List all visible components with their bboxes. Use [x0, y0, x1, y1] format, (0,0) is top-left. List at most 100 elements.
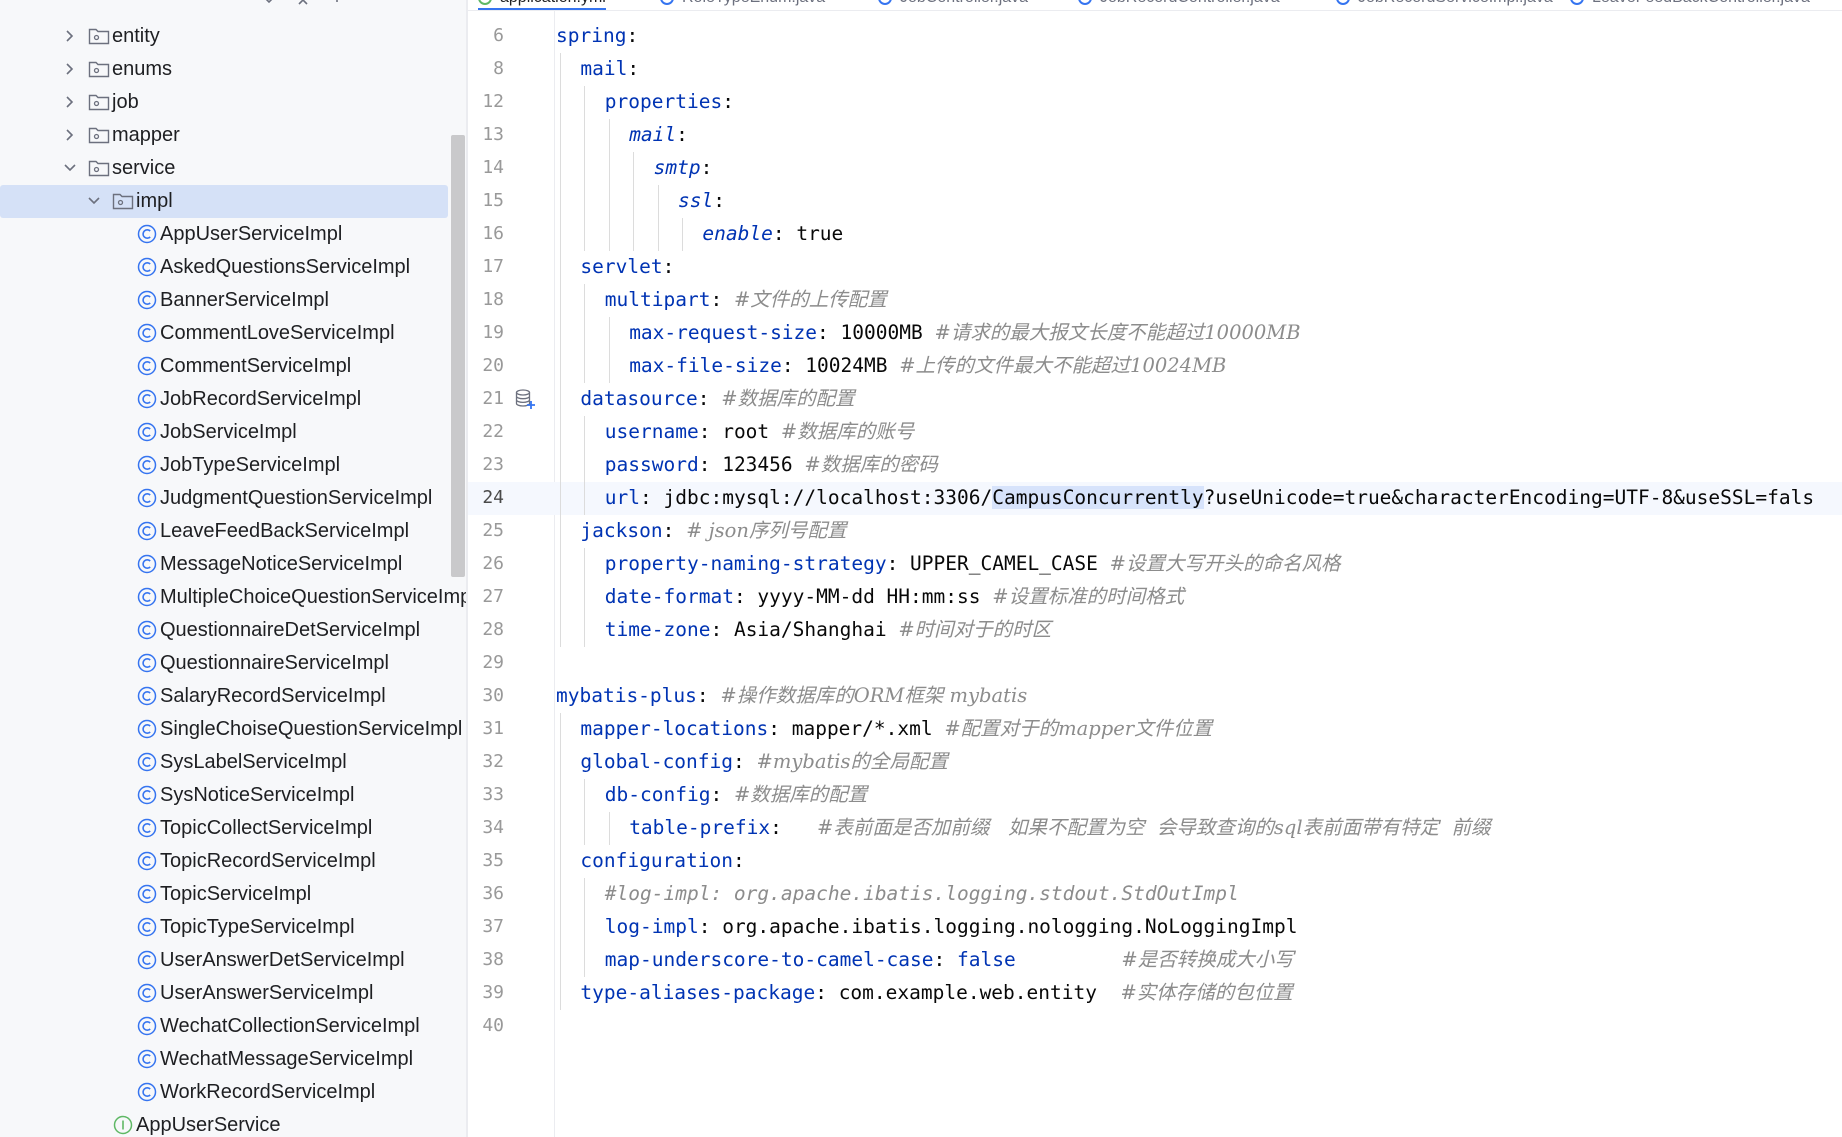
tree-item-service[interactable]: service	[0, 152, 466, 185]
tree-item-syslabelserviceimpl[interactable]: SysLabelServiceImpl	[0, 746, 466, 779]
line-number[interactable]: 23	[468, 453, 504, 477]
code-line[interactable]: 35 configuration:	[468, 845, 1842, 878]
tab-application-yml[interactable]: application.yml	[478, 0, 606, 10]
line-number[interactable]: 38	[468, 948, 504, 972]
code-line[interactable]: 27 date-format: yyyy-MM-dd HH:mm:ss #设置标准…	[468, 581, 1842, 614]
chevron-right-icon[interactable]	[62, 127, 78, 143]
tab-jobcontroller-java[interactable]: JobController.java	[878, 0, 1028, 9]
tree-item-salaryrecordserviceimpl[interactable]: SalaryRecordServiceImpl	[0, 680, 466, 713]
tree-item-multiplechoicequestionserviceimpl[interactable]: MultipleChoiceQuestionServiceImpl	[0, 581, 466, 614]
tree-item-topiccollectserviceimpl[interactable]: TopicCollectServiceImpl	[0, 812, 466, 845]
line-number[interactable]: 16	[468, 222, 504, 246]
line-number[interactable]: 8	[468, 57, 504, 81]
line-number[interactable]: 37	[468, 915, 504, 939]
code-line[interactable]: 12 properties:	[468, 86, 1842, 119]
line-number[interactable]: 36	[468, 882, 504, 906]
chevron-right-icon[interactable]	[62, 94, 78, 110]
tree-item-entity[interactable]: entity	[0, 20, 466, 53]
line-number[interactable]: 25	[468, 519, 504, 543]
code-line[interactable]: 13 mail:	[468, 119, 1842, 152]
code-line[interactable]: 21 datasource: #数据库的配置	[468, 383, 1842, 416]
tree-item-useranswerdetserviceimpl[interactable]: UserAnswerDetServiceImpl	[0, 944, 466, 977]
close-icon[interactable]	[296, 0, 310, 8]
tree-item-judgmentquestionserviceimpl[interactable]: JudgmentQuestionServiceImpl	[0, 482, 466, 515]
line-number[interactable]: 30	[468, 684, 504, 708]
line-number[interactable]: 33	[468, 783, 504, 807]
tree-item-appuserserviceimpl[interactable]: AppUserServiceImpl	[0, 218, 466, 251]
chevron-down-icon[interactable]	[62, 160, 78, 176]
code-line[interactable]: 23 password: 123456 #数据库的密码	[468, 449, 1842, 482]
database-plus-icon[interactable]	[514, 388, 536, 410]
code-line[interactable]: 25 jackson: # json序列号配置	[468, 515, 1842, 548]
code-line[interactable]: 6 spring:	[468, 20, 1842, 53]
tree-item-topicserviceimpl[interactable]: TopicServiceImpl	[0, 878, 466, 911]
chevron-right-icon[interactable]	[62, 28, 78, 44]
tab-leavefeedbackcontroller-java[interactable]: LeaveFeedBackController.java	[1570, 0, 1810, 9]
line-number[interactable]: 12	[468, 90, 504, 114]
code-line[interactable]: 22 username: root #数据库的账号	[468, 416, 1842, 449]
chevron-down-icon[interactable]	[86, 193, 102, 209]
line-number[interactable]: 40	[468, 1014, 504, 1038]
code-line[interactable]: 37 log-impl: org.apache.ibatis.logging.no…	[468, 911, 1842, 944]
tree-item-jobrecordserviceimpl[interactable]: JobRecordServiceImpl	[0, 383, 466, 416]
line-number[interactable]: 22	[468, 420, 504, 444]
code-line[interactable]: 24 url: jdbc:mysql://localhost:3306/Campu…	[468, 482, 1842, 515]
line-number[interactable]: 21	[468, 387, 504, 411]
code-line[interactable]: 8 mail:	[468, 53, 1842, 86]
line-number[interactable]: 34	[468, 816, 504, 840]
code-line[interactable]: 40	[468, 1010, 1842, 1043]
tree-item-workrecordserviceimpl[interactable]: WorkRecordServiceImpl	[0, 1076, 466, 1109]
code-line[interactable]: 30 mybatis-plus: #操作数据库的ORM框架 mybatis	[468, 680, 1842, 713]
tree-item-bannerserviceimpl[interactable]: BannerServiceImpl	[0, 284, 466, 317]
code-line[interactable]: 20 max-file-size: 10024MB #上传的文件最大不能超过100…	[468, 350, 1842, 383]
tree-item-askedquestionsserviceimpl[interactable]: AskedQuestionsServiceImpl	[0, 251, 466, 284]
line-number[interactable]: 26	[468, 552, 504, 576]
tree-item-wechatcollectionserviceimpl[interactable]: WechatCollectionServiceImpl	[0, 1010, 466, 1043]
tree-item-questionnaireserviceimpl[interactable]: QuestionnaireServiceImpl	[0, 647, 466, 680]
code-line[interactable]: 16 enable: true	[468, 218, 1842, 251]
code-line[interactable]: 19 max-request-size: 10000MB #请求的最大报文长度不能…	[468, 317, 1842, 350]
line-number[interactable]: 6	[468, 24, 504, 48]
chevron-right-icon[interactable]	[62, 61, 78, 77]
code-line[interactable]: 33 db-config: #数据库的配置	[468, 779, 1842, 812]
tree-item-impl[interactable]: impl	[0, 185, 448, 218]
more-icon[interactable]	[330, 0, 344, 8]
tree-scrollbar[interactable]	[451, 135, 465, 577]
code-line[interactable]: 15 ssl:	[468, 185, 1842, 218]
code-line[interactable]: 32 global-config: #mybatis的全局配置	[468, 746, 1842, 779]
code-line[interactable]: 38 map-underscore-to-camel-case: false #是…	[468, 944, 1842, 977]
line-number[interactable]: 31	[468, 717, 504, 741]
code-line[interactable]: 34 table-prefix: #表前面是否加前缀 如果不配置为空 会导致查询的…	[468, 812, 1842, 845]
line-number[interactable]: 29	[468, 651, 504, 675]
line-number[interactable]: 35	[468, 849, 504, 873]
line-number[interactable]: 28	[468, 618, 504, 642]
tree-item-jobtypeserviceimpl[interactable]: JobTypeServiceImpl	[0, 449, 466, 482]
line-number[interactable]: 20	[468, 354, 504, 378]
line-number[interactable]: 13	[468, 123, 504, 147]
line-number[interactable]: 17	[468, 255, 504, 279]
tree-item-useranswerserviceimpl[interactable]: UserAnswerServiceImpl	[0, 977, 466, 1010]
line-number[interactable]: 14	[468, 156, 504, 180]
tree-item-enums[interactable]: enums	[0, 53, 466, 86]
code-area[interactable]: 6 spring: 8 mail: 12 properties: 13 mail: 14 smtp…	[468, 20, 1842, 1043]
line-number[interactable]: 19	[468, 321, 504, 345]
line-number[interactable]: 39	[468, 981, 504, 1005]
tree-item-messagenoticeserviceimpl[interactable]: MessageNoticeServiceImpl	[0, 548, 466, 581]
tree-item-topictypeserviceimpl[interactable]: TopicTypeServiceImpl	[0, 911, 466, 944]
code-line[interactable]: 39 type-aliases-package: com.example.web.…	[468, 977, 1842, 1010]
tree-item-singlechoisequestionserviceimpl[interactable]: SingleChoiseQuestionServiceImpl	[0, 713, 466, 746]
chevron-down-icon[interactable]	[262, 0, 276, 8]
code-line[interactable]: 26 property-naming-strategy: UPPER_CAMEL_…	[468, 548, 1842, 581]
tree-item-commentloveserviceimpl[interactable]: CommentLoveServiceImpl	[0, 317, 466, 350]
tree-item-sysnoticeserviceimpl[interactable]: SysNoticeServiceImpl	[0, 779, 466, 812]
tree-item-jobserviceimpl[interactable]: JobServiceImpl	[0, 416, 466, 449]
code-line[interactable]: 18 multipart: #文件的上传配置	[468, 284, 1842, 317]
tree-item-topicrecordserviceimpl[interactable]: TopicRecordServiceImpl	[0, 845, 466, 878]
code-line[interactable]: 28 time-zone: Asia/Shanghai #时间对于的时区	[468, 614, 1842, 647]
tree-item-appuserservice[interactable]: AppUserService	[0, 1109, 466, 1137]
tree-item-commentserviceimpl[interactable]: CommentServiceImpl	[0, 350, 466, 383]
tab-roletypeenum-java[interactable]: RoleTypeEnum.java	[660, 0, 825, 9]
line-number[interactable]: 24	[468, 486, 504, 510]
tree-item-mapper[interactable]: mapper	[0, 119, 466, 152]
code-line[interactable]: 14 smtp:	[468, 152, 1842, 185]
